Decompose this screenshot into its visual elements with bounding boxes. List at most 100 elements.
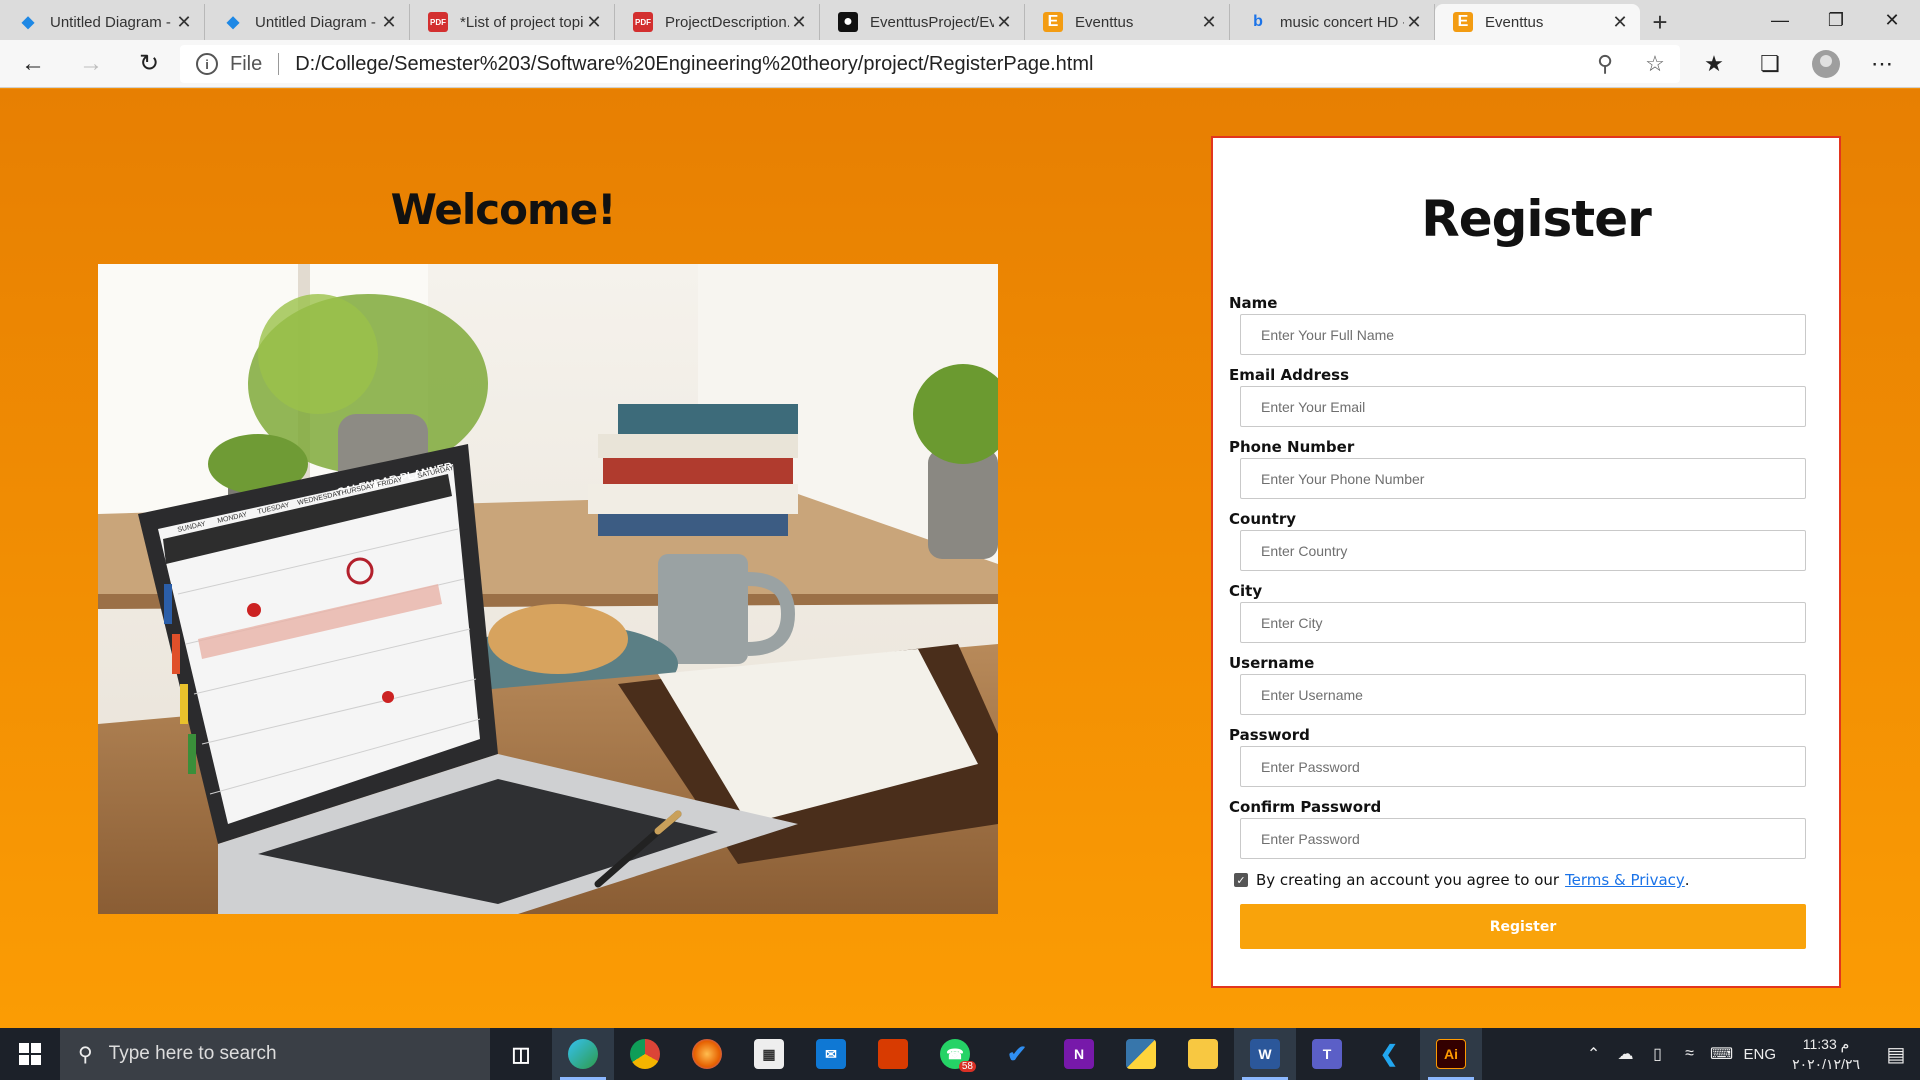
terms-checkbox[interactable]: ✓ — [1234, 873, 1248, 887]
taskbar-edge[interactable] — [552, 1028, 614, 1080]
welcome-heading: Welcome! — [390, 185, 617, 234]
tab-7[interactable]: b music concert HD - B✕ — [1230, 4, 1435, 40]
clock[interactable]: 11:33 م ٢٠٢٠/١٢/٢٦ — [1792, 1034, 1860, 1074]
tab-4[interactable]: PDF ProjectDescription.p ✕ — [615, 4, 820, 40]
notification-icon[interactable]: ▤ — [1872, 1042, 1920, 1067]
close-icon[interactable]: ✕ — [1199, 12, 1219, 33]
taskbar-office[interactable] — [862, 1028, 924, 1080]
register-form: Register Name Email Address Phone Number… — [1211, 136, 1841, 988]
cloud-icon[interactable]: ☁ — [1610, 1044, 1642, 1064]
favorite-star-icon[interactable]: ☆ — [1630, 51, 1680, 77]
register-title: Register — [1421, 190, 1652, 248]
confirm-password-field[interactable] — [1240, 818, 1806, 859]
taskbar-explorer[interactable] — [1172, 1028, 1234, 1080]
drawio-icon: ◆ — [21, 14, 35, 31]
window-controls: — ❐ ✕ — [1752, 0, 1920, 40]
toolbar-right: ★ ❏ ⋯ — [1686, 44, 1910, 84]
language-indicator[interactable]: ENG — [1744, 1046, 1777, 1063]
taskbar-whatsapp[interactable]: ☎ 58 — [924, 1028, 986, 1080]
wifi-icon[interactable]: ≈ — [1674, 1045, 1706, 1063]
terms-link[interactable]: Terms & Privacy — [1565, 871, 1685, 889]
close-icon[interactable]: ✕ — [379, 12, 399, 33]
info-icon[interactable]: i — [196, 53, 218, 75]
phone-label: Phone Number — [1229, 438, 1355, 456]
refresh-button[interactable]: ↻ — [124, 44, 174, 84]
city-field[interactable] — [1240, 602, 1806, 643]
tab-3[interactable]: PDF *List of project topi ✕ — [410, 4, 615, 40]
start-button[interactable] — [0, 1028, 60, 1080]
tab-2[interactable]: ◆ Untitled Diagram - d ✕ — [205, 4, 410, 40]
username-label: Username — [1229, 654, 1315, 672]
chevron-up-icon[interactable]: ⌃ — [1578, 1044, 1610, 1064]
tab-5[interactable]: ● EventtusProject/Eve ✕ — [820, 4, 1025, 40]
more-menu-icon[interactable]: ⋯ — [1854, 51, 1910, 77]
battery-icon[interactable]: ▯ — [1642, 1044, 1674, 1064]
taskbar-vscode[interactable]: ❮ — [1358, 1028, 1420, 1080]
favorites-icon[interactable]: ★ — [1686, 51, 1742, 77]
zoom-icon[interactable]: ⚲ — [1580, 51, 1630, 77]
taskbar-chrome[interactable] — [614, 1028, 676, 1080]
profile-button[interactable] — [1798, 50, 1854, 78]
taskbar-python[interactable] — [1110, 1028, 1172, 1080]
minimize-button[interactable]: — — [1752, 0, 1808, 40]
taskbar-word[interactable]: W — [1234, 1028, 1296, 1080]
close-icon[interactable]: ✕ — [1610, 12, 1630, 33]
taskbar-illustrator[interactable]: Ai — [1420, 1028, 1482, 1080]
clock-time: 11:33 م — [1802, 1036, 1850, 1052]
tab-6[interactable]: E Eventtus ✕ — [1025, 4, 1230, 40]
chrome-icon — [630, 1039, 660, 1069]
tab-8[interactable]: E Eventtus ✕ — [1435, 4, 1640, 40]
forward-button[interactable]: → — [66, 44, 116, 84]
close-icon[interactable]: ✕ — [174, 12, 194, 33]
maximize-button[interactable]: ❐ — [1808, 0, 1864, 40]
name-field[interactable] — [1240, 314, 1806, 355]
close-icon[interactable]: ✕ — [789, 12, 809, 33]
city-label: City — [1229, 582, 1263, 600]
hero-image: CALENDAR PLANNER SUNDAY MONDAY TUESDAY WED — [98, 264, 998, 914]
new-tab-button[interactable]: + — [1640, 4, 1680, 40]
close-icon[interactable]: ✕ — [1404, 12, 1424, 33]
tab-title: Eventtus — [1485, 13, 1544, 31]
github-icon: ● — [838, 12, 858, 32]
confirm-password-label: Confirm Password — [1229, 798, 1382, 816]
taskbar-teams[interactable]: T — [1296, 1028, 1358, 1080]
password-field[interactable] — [1240, 746, 1806, 787]
country-field[interactable] — [1240, 530, 1806, 571]
office-icon — [878, 1039, 908, 1069]
search-icon: ⚲ — [78, 1043, 93, 1066]
close-icon[interactable]: ✕ — [584, 12, 604, 33]
arrow-right-icon: → — [79, 49, 103, 77]
windows-taskbar: ⚲ Type here to search ◫ ▦ ✉ ☎ 58 ✔ N W T … — [0, 1028, 1920, 1080]
taskbar-firefox[interactable] — [676, 1028, 738, 1080]
collections-icon[interactable]: ❏ — [1742, 51, 1798, 77]
close-window-button[interactable]: ✕ — [1864, 0, 1920, 40]
country-label: Country — [1229, 510, 1297, 528]
url-text[interactable]: D:/College/Semester%203/Software%20Engin… — [295, 53, 1580, 76]
bing-icon: b — [1253, 13, 1263, 30]
register-button[interactable]: Register — [1240, 904, 1806, 949]
close-icon[interactable]: ✕ — [994, 12, 1014, 33]
username-field[interactable] — [1240, 674, 1806, 715]
pdf-icon: PDF — [633, 12, 653, 32]
task-view-button[interactable]: ◫ — [490, 1028, 552, 1080]
browser-toolbar: ← → ↻ i File D:/College/Semester%203/Sof… — [0, 40, 1920, 88]
tab-title: Eventtus — [1075, 13, 1134, 31]
taskbar-mail[interactable]: ✉ — [800, 1028, 862, 1080]
back-button[interactable]: ← — [8, 44, 58, 84]
windows-logo-icon — [19, 1043, 41, 1065]
tab-title: EventtusProject/Eve — [870, 13, 994, 31]
keyboard-icon[interactable]: ⌨ — [1706, 1044, 1738, 1064]
taskbar-onenote[interactable]: N — [1048, 1028, 1110, 1080]
whatsapp-badge: 58 — [958, 1061, 976, 1072]
taskbar-store[interactable]: ▦ — [738, 1028, 800, 1080]
tab-title: music concert HD - B — [1280, 13, 1404, 31]
taskbar-search[interactable]: ⚲ Type here to search — [60, 1028, 490, 1080]
email-field[interactable] — [1240, 386, 1806, 427]
agree-period: . — [1684, 871, 1690, 889]
taskbar-todo[interactable]: ✔ — [986, 1028, 1048, 1080]
eventtus-icon: E — [1043, 12, 1063, 32]
phone-field[interactable] — [1240, 458, 1806, 499]
tab-1[interactable]: ◆ Untitled Diagram - d ✕ — [0, 4, 205, 40]
arrow-left-icon: ← — [21, 49, 45, 77]
address-bar[interactable]: i File D:/College/Semester%203/Software%… — [180, 45, 1680, 83]
